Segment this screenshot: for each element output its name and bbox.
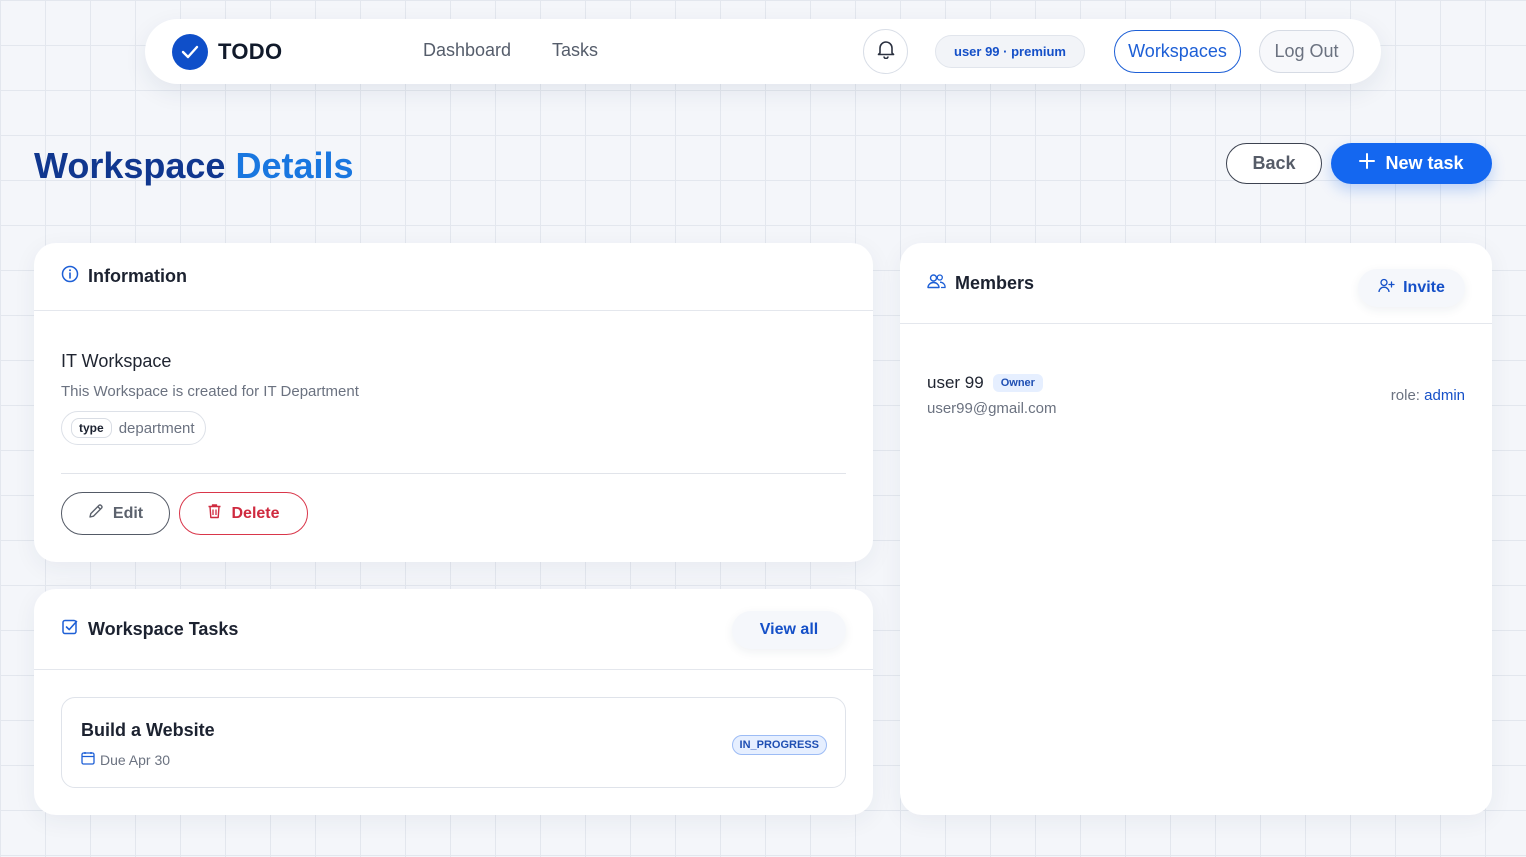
invite-button[interactable]: Invite [1358,269,1465,307]
task-due: Due Apr 30 [81,751,170,768]
user-plus-icon [1378,278,1395,298]
task-due-text: Due Apr 30 [100,751,171,768]
trash-icon [207,503,222,524]
edit-label: Edit [112,504,144,522]
workspace-tasks-header: Workspace Tasks View all [34,589,873,670]
information-header: Information [34,243,873,311]
member-role-value: admin [1424,387,1465,404]
plus-icon [1359,153,1376,174]
delete-label: Delete [231,504,280,522]
users-icon [927,273,946,294]
task-item[interactable]: Build a Website Due Apr 30 IN_PROGRESS [61,697,846,788]
checkbox-icon [61,618,79,641]
status-badge: IN_PROGRESS [731,735,827,755]
member-role: role: admin [1390,387,1465,404]
owner-badge: Owner [992,374,1043,392]
new-task-label: New task [1385,153,1464,173]
nav-link-dashboard[interactable]: Dashboard [423,40,511,61]
user-plan-badge[interactable]: user 99 · premium [935,35,1085,68]
bell-icon [877,39,895,64]
check-circle-icon [172,34,208,70]
type-key: type [71,418,112,438]
workspaces-button[interactable]: Workspaces [1114,30,1241,73]
brand[interactable]: TODO [172,34,282,70]
info-circle-icon [61,265,79,288]
information-card: Information IT Workspace This Workspace … [34,243,873,562]
type-value: department [118,419,195,437]
view-all-button[interactable]: View all [732,611,846,649]
workspace-tasks-title: Workspace Tasks [88,618,239,639]
page-title: Workspace Details [34,145,354,186]
member-name: user 99 Owner [927,373,1043,393]
top-navbar: TODO Dashboard Tasks user 99 · premium W… [145,19,1381,84]
workspace-tasks-card: Workspace Tasks View all Build a Website… [34,589,873,815]
new-task-button[interactable]: New task [1331,143,1492,184]
pencil-icon [88,503,104,524]
information-title: Information [88,266,187,286]
nav-link-tasks[interactable]: Tasks [552,40,598,61]
task-title: Build a Website [81,720,215,740]
invite-label: Invite [1403,279,1445,296]
edit-button[interactable]: Edit [61,492,170,535]
type-chip: type department [61,411,206,445]
delete-button[interactable]: Delete [179,492,308,535]
workspace-description: This Workspace is created for IT Departm… [61,383,359,400]
members-header: Members Invite [900,243,1492,324]
calendar-icon [81,751,95,768]
workspace-name: IT Workspace [61,351,172,371]
brand-name: TODO [218,39,283,64]
members-card: Members Invite user 99 Owner user99@gmai… [900,243,1492,815]
notifications-button[interactable] [863,29,908,74]
back-button[interactable]: Back [1226,143,1322,184]
members-title: Members [955,272,1035,293]
member-email: user99@gmail.com [927,400,1057,417]
logout-button[interactable]: Log Out [1259,30,1354,73]
divider [61,473,846,474]
